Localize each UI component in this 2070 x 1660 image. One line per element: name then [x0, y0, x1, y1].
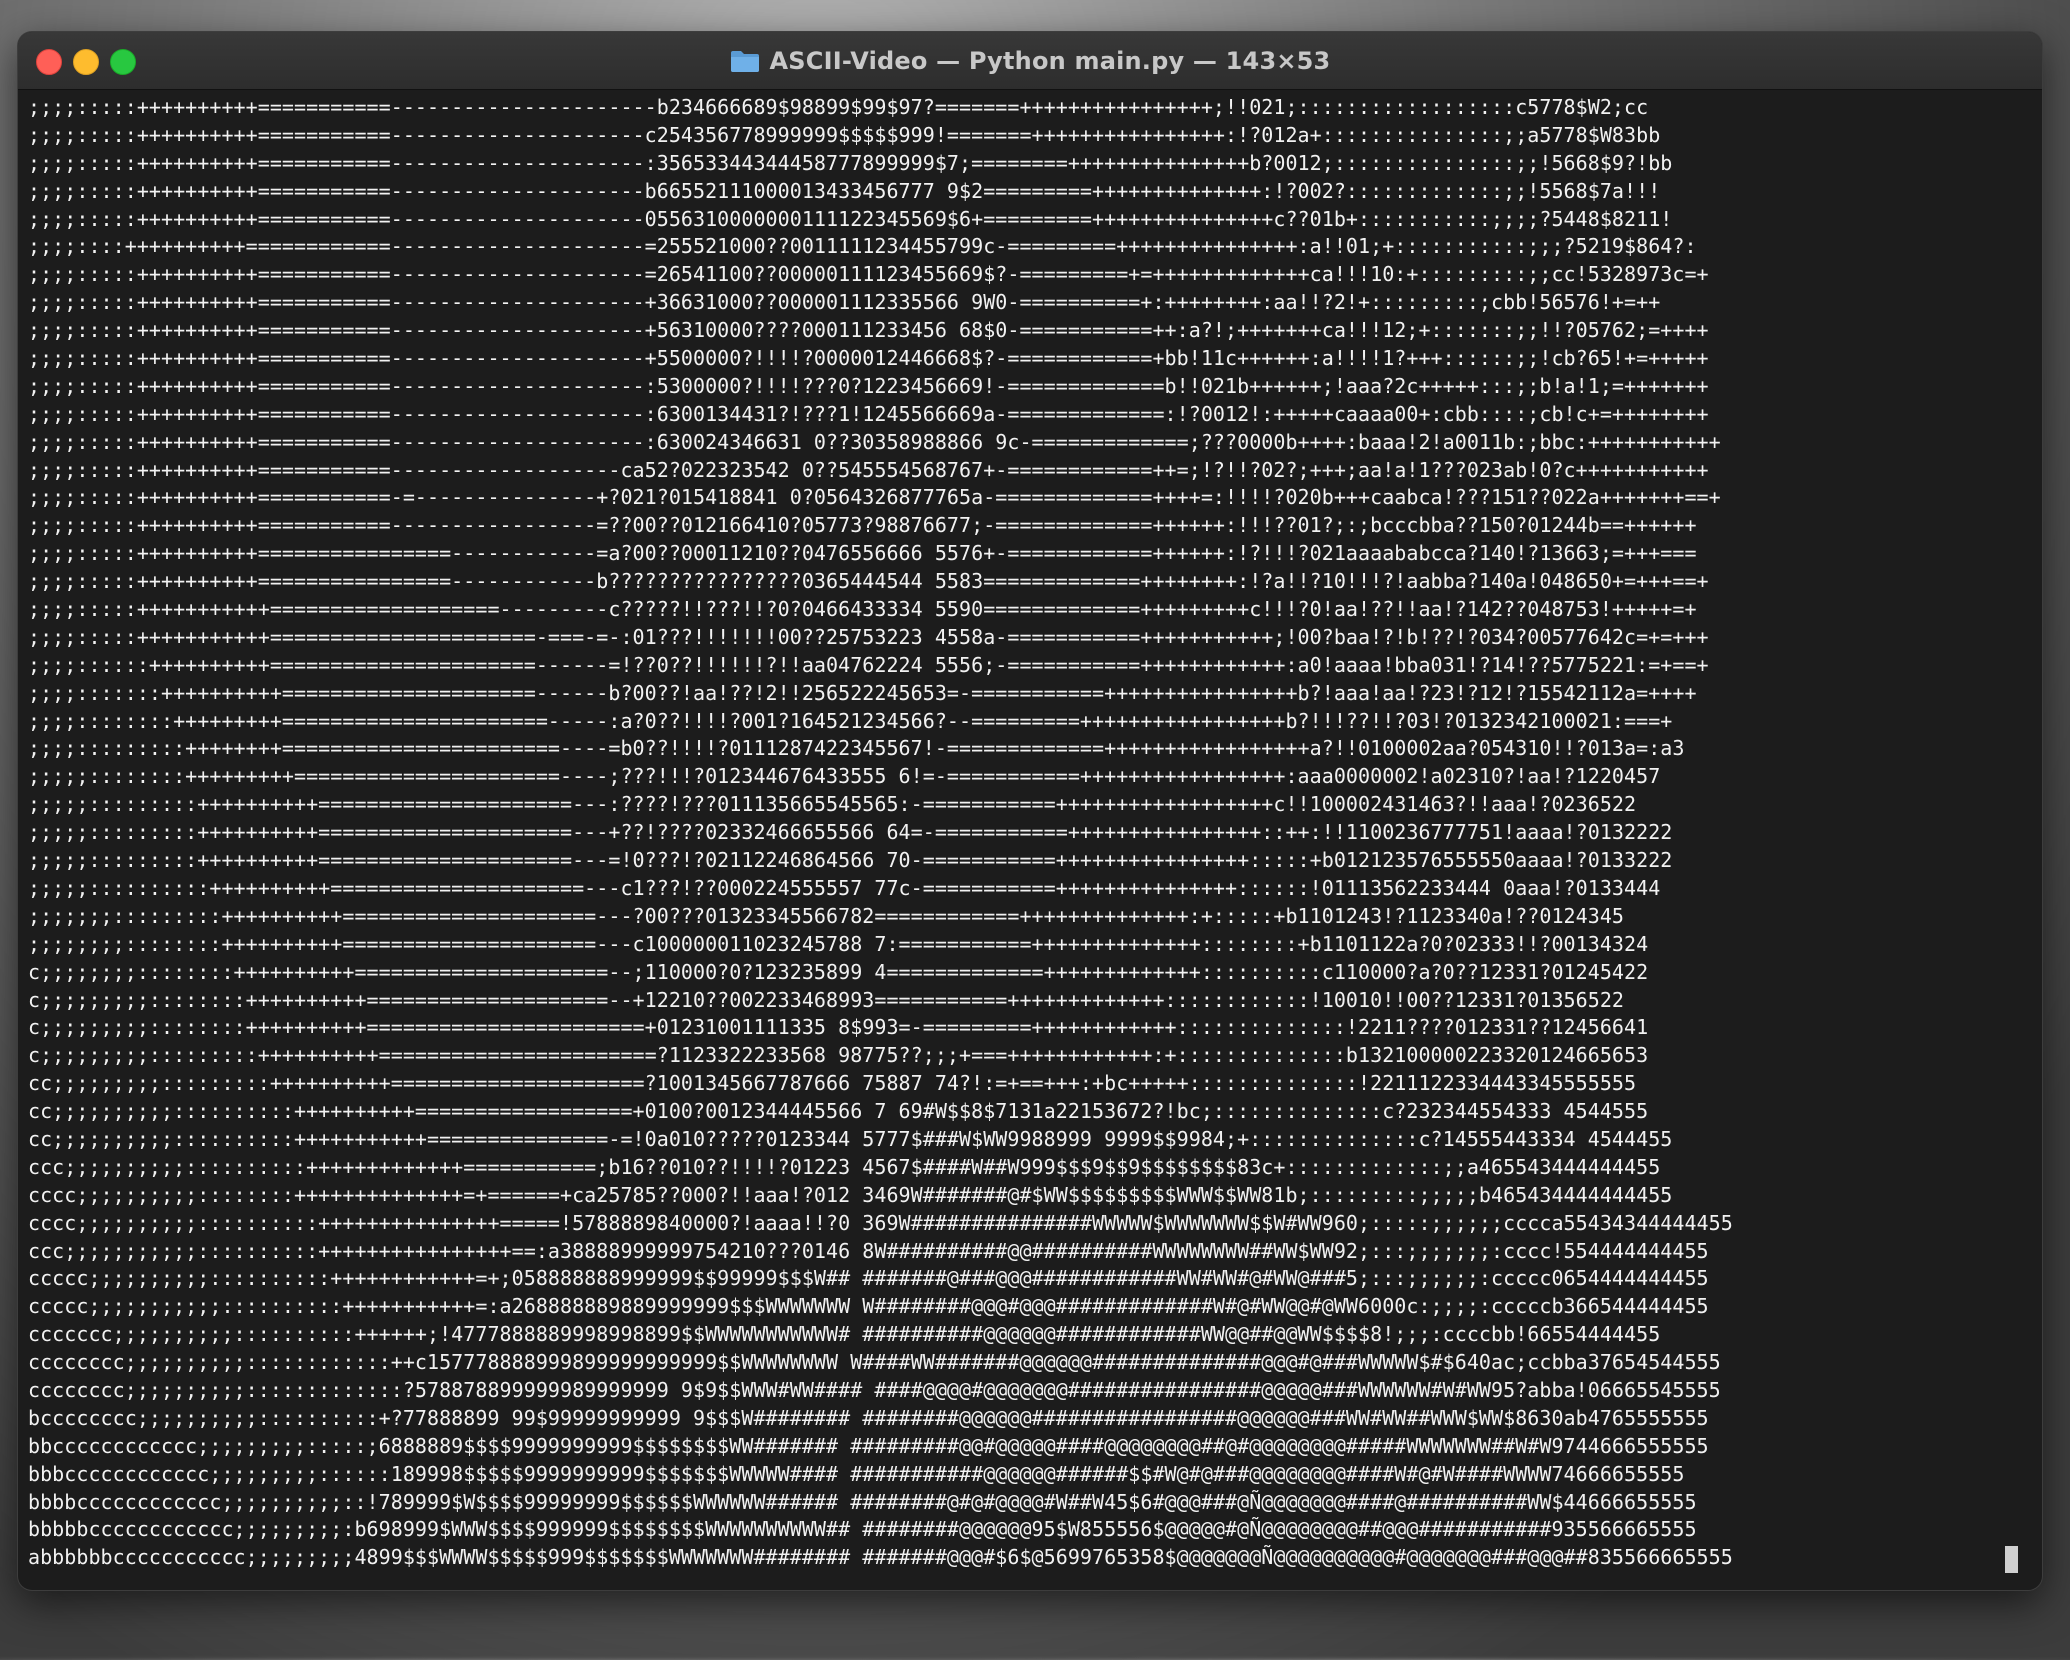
terminal-line: ;;;;:::::++++++++++===========----------…: [28, 346, 1709, 371]
terminal-line: c;;;;;;;;;::::::::++++++++++============…: [28, 987, 1625, 1012]
terminal-line: ccc;;;;;;;;;;;::::::::::++++++++++++++++…: [28, 1238, 1709, 1263]
terminal-line: ;;;;:::::++++++++++===========----------…: [28, 401, 1709, 426]
terminal-line: cccccccc;;;;;;;;;;::::::::::::++c1577788…: [28, 1350, 1721, 1375]
terminal-line: ;;;;:::::++++++++++===========----------…: [28, 178, 1661, 203]
terminal-line: ccccc;;;;;;;;;;;::::::::::+++++++++++=:a…: [28, 1294, 1709, 1319]
terminal-line: ccccccc;;;;;;;;;;::::::::::++++++;!47778…: [28, 1322, 1661, 1347]
terminal-line: cc;;;;;;;;;;::::::::::+++++++++++=======…: [28, 1126, 1673, 1151]
terminal-cursor: [2005, 1546, 2018, 1573]
terminal-line: ;;;;:::::++++++++++===========----------…: [28, 262, 1709, 287]
terminal-line: bbbbcccccccccccc;;;;;;;;;;::!789999$W$$$…: [28, 1489, 1697, 1514]
terminal-line: ;;;;:::::++++++++++===========----------…: [28, 457, 1709, 482]
terminal-line: abbbbbbccccccccccc;;;;;;;;;4899$$$WWWW$$…: [28, 1545, 1733, 1570]
terminal-line: ;;;;:::::++++++++++===========----------…: [28, 429, 1721, 454]
terminal-line: cccc;;;;;;;;;;::::::::::+++++++++++++++=…: [28, 1210, 1733, 1235]
terminal-line: cccc;;;;;;;;;;::::::::++++++++++++++=+==…: [28, 1182, 1673, 1207]
terminal-line: ;;;;;::::::::::++++++++++===============…: [28, 875, 1661, 900]
terminal-line: ;;;;:::::+++++++++++====================…: [28, 624, 1709, 649]
terminal-line: ;;;;:::::++++++++++===========----------…: [28, 318, 1709, 343]
terminal-line: ;;;;:::::::++++++++++===================…: [28, 680, 1697, 705]
terminal-line: bbcccccccccccc;;;;;;;;;:::::;6888889$$$$…: [28, 1433, 1709, 1458]
terminal-line: ;;;;:::::++++++++++===========----------…: [28, 150, 1673, 175]
terminal-line: ;;;;;:::::::::++++++++++================…: [28, 792, 1637, 817]
terminal-line: ;;;;;::::::::+++++++++==================…: [28, 764, 1661, 789]
terminal-line: ;;;;;:::::::::++++++++++================…: [28, 820, 1673, 845]
terminal-line: bcccccccc;;;;;;;;;;::::::::::+?77888899 …: [28, 1405, 1709, 1430]
terminal-line: bbbcccccccccccc;;;;;;;;;::::::189998$$$$…: [28, 1461, 1685, 1486]
terminal-line: c;;;;;;;;::::::::++++++++++=============…: [28, 959, 1649, 984]
terminal-line: ;;;;;;;;::::::::++++++++++==============…: [28, 931, 1649, 956]
terminal-line: ;;;;:::::++++++++++================-----…: [28, 569, 1709, 594]
title-group: ASCII-Video — Python main.py — 143×53: [18, 32, 2042, 89]
title-bar[interactable]: ASCII-Video — Python main.py — 143×53: [18, 32, 2042, 90]
terminal-line: c;;;;;;;;;:::::::::++++++++++===========…: [28, 1043, 1649, 1068]
terminal-line: ;;;;::::::::+++++++++===================…: [28, 708, 1673, 733]
terminal-line: ;;;;:::::++++++++++===========----------…: [28, 122, 1661, 147]
terminal-line: ;;;;:::::++++++++++===========----------…: [28, 513, 1697, 538]
folder-icon: [730, 50, 759, 72]
terminal-line: ;;;;;;;:::::::::++++++++++==============…: [28, 903, 1625, 928]
terminal-line: cc;;;;;;;;;:::::::::++++++++++==========…: [28, 1071, 1637, 1096]
terminal-window: ASCII-Video — Python main.py — 143×53 ;;…: [18, 32, 2042, 1590]
terminal-line: ;;;;:::::++++++++++===========-=--------…: [28, 485, 1721, 510]
terminal-line: cc;;;;;;;;;;::::::::::++++++++++========…: [28, 1099, 1649, 1124]
terminal-line: ccc;;;;;;;;;;::::::::::+++++++++++++====…: [28, 1154, 1661, 1179]
terminal-line: ;;;;::::++++++++++============----------…: [28, 234, 1697, 259]
terminal-line: ;;;;:::::++++++++++===========----------…: [28, 206, 1673, 231]
terminal-line: ;;;;::::::++++++++++====================…: [28, 652, 1709, 677]
window-title: ASCII-Video — Python main.py — 143×53: [769, 46, 1331, 75]
terminal-line: ;;;;:::::++++++++++===========----------…: [28, 95, 1649, 119]
terminal-line: bbbbbcccccccccccc;;;;;;;;;:b698999$WWW$$…: [28, 1517, 1697, 1542]
terminal-line: cccccccc;;;;;;;;;;:::::::::::::?57887889…: [28, 1377, 1721, 1402]
terminal-line: c;;;;;;;;;::::::::++++++++++============…: [28, 1015, 1649, 1040]
terminal-output[interactable]: ;;;;:::::++++++++++===========----------…: [18, 90, 2042, 1590]
terminal-line: ;;;;:::::++++++++++===========----------…: [28, 290, 1661, 315]
terminal-line: ;;;;;:::::::::++++++++++================…: [28, 848, 1673, 873]
terminal-line: ;;;;:::::::::++++++++===================…: [28, 736, 1685, 761]
terminal-line: ccccc;;;;;;;;;;::::::::::++++++++++++=+;…: [28, 1266, 1709, 1291]
terminal-line: ;;;;:::::+++++++++++===================-…: [28, 597, 1697, 622]
terminal-line: ;;;;:::::++++++++++===========----------…: [28, 373, 1709, 398]
terminal-line: ;;;;:::::++++++++++================-----…: [28, 541, 1697, 566]
